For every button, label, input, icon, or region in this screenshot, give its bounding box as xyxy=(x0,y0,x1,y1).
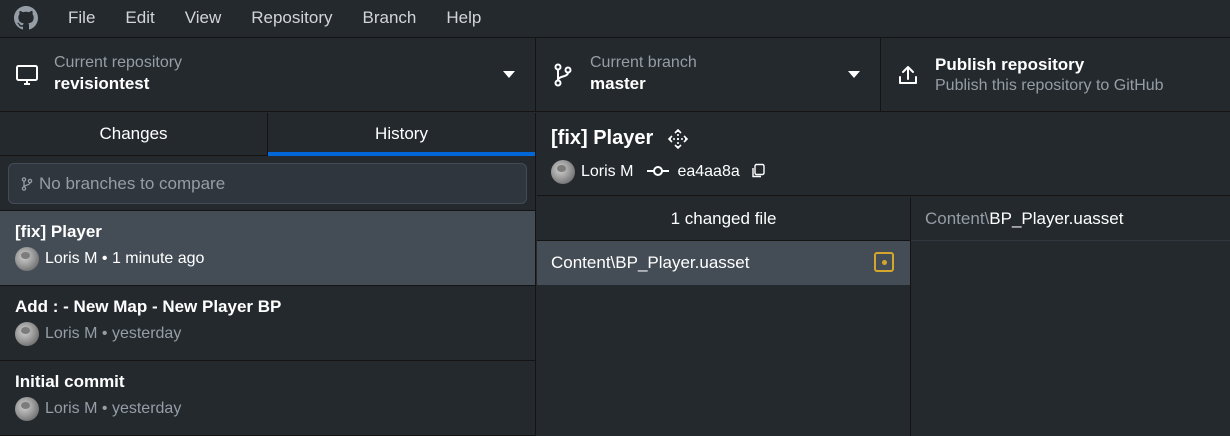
menu-help[interactable]: Help xyxy=(431,0,496,36)
chevron-down-icon xyxy=(848,71,860,78)
file-path: Content\BP_Player.uasset xyxy=(551,253,750,272)
tab-changes[interactable]: Changes xyxy=(0,113,268,155)
menu-view[interactable]: View xyxy=(170,0,237,36)
current-repository-button[interactable]: Current repository revisiontest xyxy=(0,38,536,111)
current-branch-text: Current branch master xyxy=(590,53,697,96)
commit-title: Initial commit xyxy=(15,372,125,391)
compare-branch-area xyxy=(0,156,535,211)
avatar xyxy=(551,160,575,184)
commit-summary: [fix] Player xyxy=(551,127,1230,150)
toolbar: Current repository revisiontest Current … xyxy=(0,37,1230,112)
commit-header-meta: Loris M ea4aa8a xyxy=(551,160,1230,184)
tab-bar: Changes History xyxy=(0,113,535,156)
commit-title: [fix] Player xyxy=(15,222,102,241)
commit-list-item[interactable]: [fix] Player Loris M • 1 minute ago xyxy=(0,211,535,286)
publish-repository-button[interactable]: Publish repository Publish this reposito… xyxy=(881,38,1230,111)
chevron-down-icon xyxy=(503,71,515,78)
commit-sha: ea4aa8a xyxy=(677,163,740,180)
publish-repository-text: Publish repository Publish this reposito… xyxy=(935,54,1164,95)
commit-summary-title: [fix] Player xyxy=(551,127,654,149)
github-logo-icon xyxy=(0,0,52,36)
current-branch-label: Current branch xyxy=(590,54,697,71)
compare-branch-box[interactable] xyxy=(8,163,527,204)
diff-file-header: Content\BP_Player.uasset xyxy=(911,197,1230,241)
commit-author-time: Loris M • yesterday xyxy=(45,325,182,342)
commit-meta: Loris M • 1 minute ago xyxy=(15,247,520,271)
current-repository-name: revisiontest xyxy=(54,74,150,93)
commit-list-item[interactable]: Add : - New Map - New Player BP Loris M … xyxy=(0,286,535,361)
current-branch-button[interactable]: Current branch master xyxy=(536,38,881,111)
copy-icon[interactable] xyxy=(750,163,766,182)
sidebar: Changes History [fix] Player Loris M • 1… xyxy=(0,113,536,436)
changed-files-panel: 1 changed file Content\BP_Player.uasset xyxy=(537,197,911,436)
commit-author-time: Loris M • yesterday xyxy=(45,400,182,417)
publish-repository-description: Publish this repository to GitHub xyxy=(935,77,1164,94)
menu-branch[interactable]: Branch xyxy=(348,0,432,36)
menu-edit[interactable]: Edit xyxy=(110,0,169,36)
commit-list-item[interactable]: Initial commit Loris M • yesterday xyxy=(0,361,535,436)
diff-file-name: BP_Player.uasset xyxy=(989,209,1124,228)
commit-header: [fix] Player Loris M ea4aa8a xyxy=(537,113,1230,196)
avatar xyxy=(15,397,39,421)
commit-author-time: Loris M • 1 minute ago xyxy=(45,250,205,267)
current-repository-label: Current repository xyxy=(54,54,183,71)
avatar xyxy=(15,247,39,271)
commit-meta: Loris M • yesterday xyxy=(15,397,520,421)
changed-files-count: 1 changed file xyxy=(537,197,910,241)
menu-file[interactable]: File xyxy=(52,0,110,36)
current-repository-text: Current repository revisiontest xyxy=(54,53,182,96)
git-commit-icon xyxy=(647,164,670,180)
current-branch-name: master xyxy=(590,74,646,93)
commit-meta: Loris M • yesterday xyxy=(15,322,520,346)
file-modified-icon xyxy=(874,252,894,272)
commit-detail-panel: [fix] Player Loris M ea4aa8a 1 changed f… xyxy=(537,113,1230,436)
commit-author: Loris M xyxy=(581,163,634,180)
publish-repository-label: Publish repository xyxy=(935,55,1085,74)
git-branch-icon xyxy=(21,176,33,191)
menu-bar: File Edit View Repository Branch Help xyxy=(0,0,1230,36)
expand-icon[interactable] xyxy=(667,128,689,150)
desktop-icon xyxy=(0,64,54,86)
commit-title: Add : - New Map - New Player BP xyxy=(15,297,282,316)
diff-file-dir: Content\ xyxy=(925,209,990,228)
tab-history[interactable]: History xyxy=(268,113,535,156)
menu-repository[interactable]: Repository xyxy=(236,0,347,36)
diff-panel: Content\BP_Player.uasset xyxy=(911,197,1230,436)
compare-branch-input[interactable] xyxy=(39,173,519,194)
changed-file-row[interactable]: Content\BP_Player.uasset xyxy=(537,241,910,285)
git-branch-icon xyxy=(536,63,590,87)
avatar xyxy=(15,322,39,346)
commit-list: [fix] Player Loris M • 1 minute ago Add … xyxy=(0,211,535,436)
upload-icon xyxy=(881,63,935,87)
